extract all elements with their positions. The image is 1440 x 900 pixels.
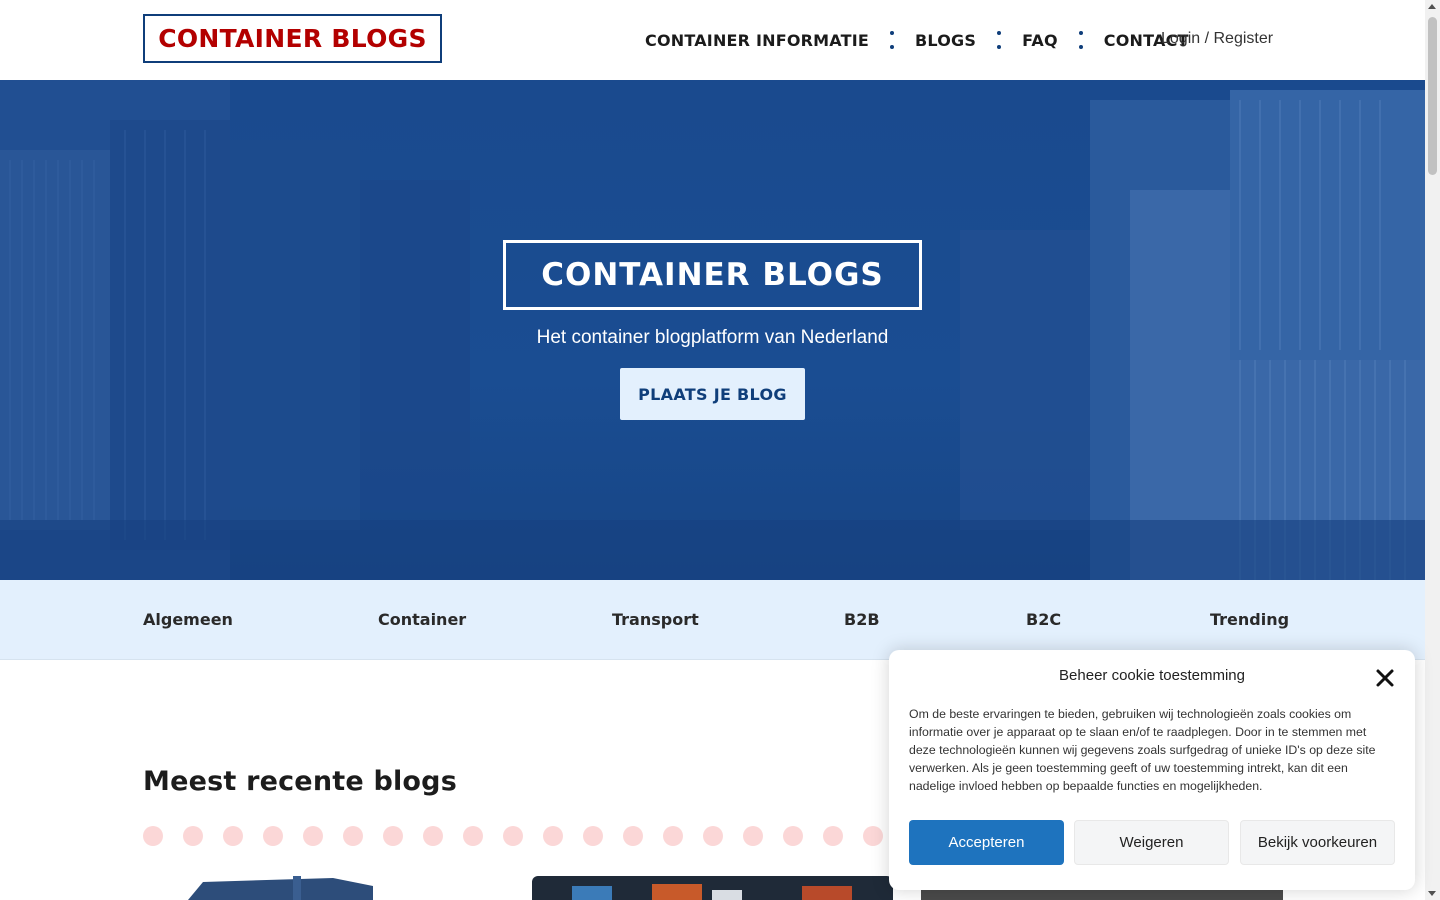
hero-section: CONTAINER BLOGS Het container blogplatfo…	[0, 80, 1425, 580]
category-bar: Algemeen Container Transport B2B B2C Tre…	[0, 580, 1425, 660]
scrollbar-thumb[interactable]	[1428, 17, 1437, 175]
cookie-dialog-text: Om de beste ervaringen te bieden, gebrui…	[909, 707, 1376, 793]
blog-thumbnail-image	[188, 876, 373, 900]
deny-cookies-button[interactable]: Weigeren	[1074, 820, 1229, 865]
decorative-dot	[703, 826, 723, 846]
decorative-dot	[503, 826, 523, 846]
decorative-dot	[303, 826, 323, 846]
decorative-dot	[823, 826, 843, 846]
nav-item-blogs[interactable]: BLOGS	[915, 31, 976, 50]
blog-thumbnail[interactable]	[532, 876, 893, 900]
category-b2c[interactable]: B2C	[1026, 610, 1061, 629]
decorative-dot	[223, 826, 243, 846]
category-trending[interactable]: Trending	[1210, 610, 1289, 629]
decorative-dot	[463, 826, 483, 846]
nav-separator	[997, 31, 1002, 49]
category-algemeen[interactable]: Algemeen	[143, 610, 233, 629]
site-header: CONTAINER BLOGS CONTAINER INFORMATIE BLO…	[0, 0, 1425, 80]
decorative-dot	[623, 826, 643, 846]
hero-title-box: CONTAINER BLOGS	[503, 240, 922, 310]
site-logo-text: CONTAINER BLOGS	[158, 24, 427, 53]
scroll-up-arrow-icon[interactable]	[1428, 4, 1436, 9]
view-preferences-button[interactable]: Bekijk voorkeuren	[1240, 820, 1395, 865]
decorative-dot	[183, 826, 203, 846]
nav-item-faq[interactable]: FAQ	[1022, 31, 1058, 50]
scroll-down-arrow-icon[interactable]	[1428, 891, 1436, 896]
decorative-dot	[263, 826, 283, 846]
decorative-dot	[583, 826, 603, 846]
nav-separator	[1078, 31, 1083, 49]
close-icon[interactable]	[1375, 668, 1395, 688]
accept-cookies-button[interactable]: Accepteren	[909, 820, 1064, 865]
category-b2b[interactable]: B2B	[844, 610, 880, 629]
hero-title: CONTAINER BLOGS	[541, 257, 884, 293]
decorative-dot	[743, 826, 763, 846]
recent-blogs-heading: Meest recente blogs	[143, 766, 457, 797]
blog-thumbnail[interactable]	[143, 876, 503, 900]
login-register-link[interactable]: Login / Register	[1161, 30, 1273, 48]
site-logo[interactable]: CONTAINER BLOGS	[143, 14, 442, 63]
decorative-dot	[783, 826, 803, 846]
blog-thumbnail-image	[572, 884, 852, 900]
category-container[interactable]: Container	[378, 610, 466, 629]
decorative-dot	[343, 826, 363, 846]
main-nav: CONTAINER INFORMATIE BLOGS FAQ CONTACT	[645, 28, 1189, 52]
decorative-dot	[663, 826, 683, 846]
decorative-dot	[423, 826, 443, 846]
hero-subtitle: Het container blogplatform van Nederland	[536, 327, 889, 348]
place-blog-button[interactable]: PLAATS JE BLOG	[620, 368, 805, 420]
decorative-dot	[383, 826, 403, 846]
category-transport[interactable]: Transport	[612, 610, 699, 629]
cookie-consent-dialog: Beheer cookie toestemming Om de beste er…	[889, 650, 1415, 890]
decorative-dot	[143, 826, 163, 846]
nav-separator	[890, 31, 895, 49]
page-scrollbar[interactable]	[1425, 0, 1440, 900]
decorative-dot	[543, 826, 563, 846]
nav-item-container-informatie[interactable]: CONTAINER INFORMATIE	[645, 31, 869, 50]
page: CONTAINER BLOGS CONTAINER INFORMATIE BLO…	[0, 0, 1440, 900]
decorative-dot	[863, 826, 883, 846]
cookie-dialog-title: Beheer cookie toestemming	[1059, 667, 1245, 684]
